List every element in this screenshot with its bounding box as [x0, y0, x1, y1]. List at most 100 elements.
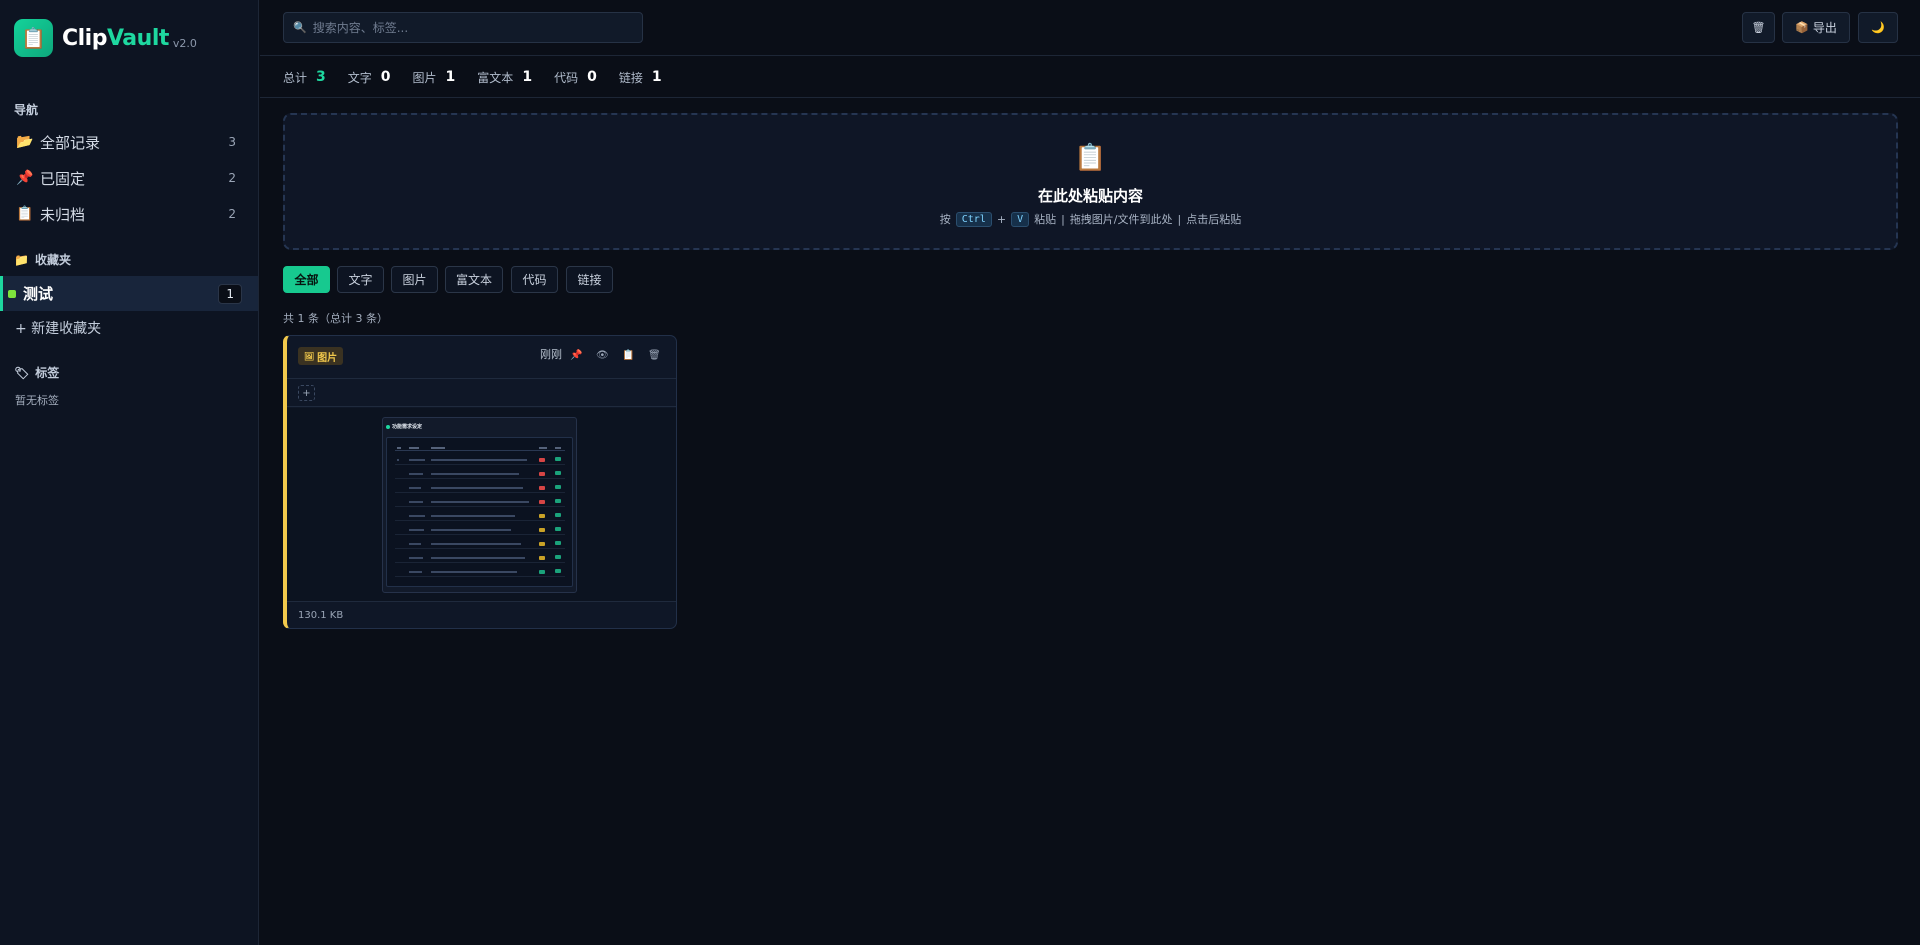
- stat-image: 图片 1: [413, 69, 456, 86]
- sidebar-item-count: 2: [228, 207, 236, 221]
- stat-value: 1: [651, 69, 662, 85]
- app-version: v2.0: [172, 36, 197, 50]
- sidebar-item-unarchived[interactable]: 📋 未归档 2: [0, 197, 258, 231]
- thumbnail-row: [395, 457, 565, 465]
- theme-toggle-button[interactable]: 🌙: [1858, 12, 1898, 43]
- stat-label: 总计: [283, 70, 308, 85]
- folders-heading: 📁 收藏夹: [14, 251, 71, 268]
- preview-eye-button[interactable]: 👁: [596, 350, 609, 361]
- stat-code: 代码 0: [554, 69, 597, 86]
- hint-click: 点击后粘贴: [1186, 213, 1242, 226]
- filter-tab-text[interactable]: 文字: [337, 266, 384, 293]
- app-name-accent: Vault: [106, 25, 169, 51]
- folder-icon: 📁: [14, 252, 29, 267]
- thumbnail-row: [395, 569, 565, 577]
- clipboard-logo-icon: 📋: [14, 19, 53, 57]
- stat-value: 1: [522, 69, 533, 85]
- add-tag-button[interactable]: +: [298, 385, 315, 401]
- new-folder-button[interactable]: + 新建收藏夹: [15, 318, 101, 338]
- tags-heading: 🏷 标签: [14, 364, 59, 381]
- thumbnail-title: 功能需求设定: [386, 423, 422, 430]
- tag-icon: 🏷: [14, 365, 30, 380]
- thumbnail-table: [386, 437, 573, 587]
- no-tags-text: 暂无标签: [15, 394, 59, 407]
- delete-button[interactable]: 🗑: [648, 350, 661, 361]
- type-badge: 🖼 图片: [298, 347, 344, 365]
- folder-count: 1: [218, 283, 242, 304]
- thumbnail-row: [395, 485, 565, 493]
- stat-richtext: 富文本 1: [477, 69, 532, 86]
- hint-paste: 粘贴: [1034, 213, 1057, 226]
- stats-bar: 总计 3 文字 0 图片 1 富文本 1 代码 0 链接 1: [260, 57, 1920, 98]
- stat-label: 代码: [554, 70, 579, 85]
- export-button[interactable]: 📦 导出: [1782, 12, 1850, 43]
- trash-icon: 🗑: [1751, 21, 1766, 34]
- search-box[interactable]: 🔍: [283, 12, 643, 43]
- hint-drag: 拖拽图片/文件到此处: [1069, 213, 1173, 226]
- stat-total: 总计 3: [283, 69, 326, 86]
- stat-label: 文字: [347, 70, 372, 85]
- clipboard-icon: 📋: [16, 206, 34, 222]
- thumbnail-row: [395, 513, 565, 521]
- filter-tab-all[interactable]: 全部: [283, 266, 330, 293]
- pushpin-icon: 📌: [16, 170, 34, 186]
- dropzone-hint: 按 Ctrl + V 粘贴 | 拖拽图片/文件到此处 | 点击后粘贴: [285, 211, 1896, 227]
- moon-icon: 🌙: [1871, 21, 1885, 34]
- sidebar-item-label: 全部记录: [40, 133, 101, 152]
- app-name: ClipVault: [62, 26, 169, 51]
- thumbnail-row: [395, 499, 565, 507]
- card-file-size: 130.1 KB: [298, 610, 344, 621]
- card-timestamp: 刚刚: [540, 348, 562, 361]
- filter-tab-image[interactable]: 图片: [391, 266, 438, 293]
- paste-dropzone[interactable]: 📋 在此处粘贴内容 按 Ctrl + V 粘贴 | 拖拽图片/文件到此处 | 点…: [283, 113, 1898, 250]
- thumbnail-row: [395, 555, 565, 563]
- dropzone-title: 在此处粘贴内容: [1037, 187, 1143, 205]
- export-label: 导出: [1812, 21, 1837, 35]
- filter-tab-code[interactable]: 代码: [511, 266, 558, 293]
- folders-heading-label: 收藏夹: [34, 253, 71, 267]
- package-icon: 📦: [1795, 21, 1809, 34]
- search-input[interactable]: [312, 20, 633, 35]
- filter-tab-link[interactable]: 链接: [566, 266, 613, 293]
- sidebar-item-count: 2: [228, 171, 236, 185]
- sidebar-item-all-records[interactable]: 📂 全部记录 3: [0, 125, 258, 159]
- folder-open-icon: 📂: [16, 134, 34, 150]
- kbd-ctrl: Ctrl: [955, 211, 992, 227]
- clip-card[interactable]: 🖼 图片 刚刚 📌 👁 📋 🗑 + 功能需求设定 130.1 KB: [283, 335, 677, 629]
- image-thumbnail: 功能需求设定: [382, 417, 577, 593]
- card-header: 🖼 图片 刚刚 📌 👁 📋 🗑: [287, 336, 676, 379]
- filter-tab-richtext[interactable]: 富文本: [445, 266, 503, 293]
- sidebar-item-label: 已固定: [40, 169, 86, 188]
- nav-heading: 导航: [14, 103, 39, 117]
- sidebar-item-count: 3: [228, 135, 236, 149]
- image-icon: 🖼: [304, 351, 315, 361]
- sidebar-item-label: 未归档: [40, 205, 86, 224]
- stat-text: 文字 0: [348, 69, 391, 86]
- copy-button[interactable]: 📋: [622, 350, 634, 361]
- stat-value: 1: [445, 69, 456, 85]
- clipboard-icon: 📋: [1074, 143, 1107, 173]
- stat-label: 图片: [412, 70, 437, 85]
- thumbnail-title-text: 功能需求设定: [392, 424, 423, 430]
- thumbnail-row: [395, 471, 565, 479]
- app-name-prefix: Clip: [62, 25, 107, 51]
- hint-plus: +: [996, 212, 1007, 226]
- result-count: 共 1 条（总计 3 条）: [283, 312, 388, 325]
- thumbnail-dot: [386, 424, 390, 429]
- thumbnail-row: [395, 527, 565, 535]
- folder-color-dot: [8, 289, 16, 298]
- kbd-v: V: [1011, 211, 1030, 227]
- hint-separator: |: [1061, 212, 1065, 226]
- delete-all-button[interactable]: 🗑: [1742, 12, 1775, 43]
- pin-button[interactable]: 📌: [570, 350, 582, 361]
- sidebar-item-pinned[interactable]: 📌 已固定 2: [0, 161, 258, 195]
- sidebar-folder-test[interactable]: 测试 1: [0, 276, 258, 311]
- search-icon: 🔍: [293, 21, 307, 34]
- thumbnail-row: [395, 541, 565, 549]
- stat-label: 富文本: [477, 70, 514, 85]
- card-image-area[interactable]: 功能需求设定: [287, 408, 676, 602]
- thumbnail-row: [395, 447, 565, 451]
- brand: 📋 ClipVault v2.0: [14, 19, 197, 57]
- topbar: 🔍 🗑 📦 导出 🌙: [260, 0, 1920, 56]
- stat-label: 链接: [618, 70, 643, 85]
